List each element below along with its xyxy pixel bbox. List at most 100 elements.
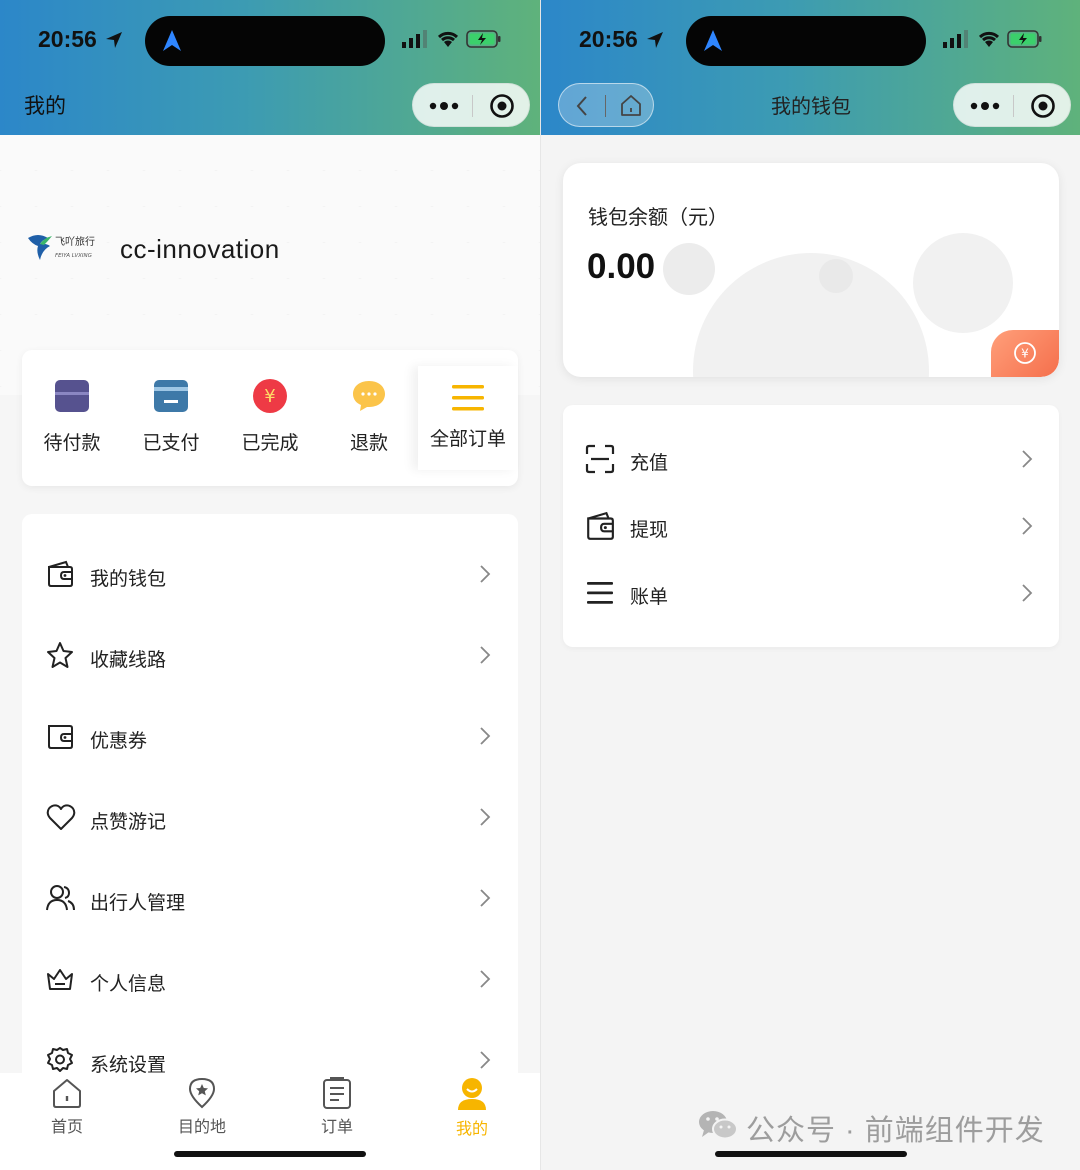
signal-icon — [943, 30, 968, 48]
svg-text:¥: ¥ — [264, 386, 275, 407]
order-status-paid[interactable]: 已支付 — [121, 378, 221, 455]
coupon-icon — [48, 725, 73, 749]
smiley-user-icon — [458, 1078, 486, 1110]
signal-icon — [402, 30, 427, 48]
paid-card-icon — [154, 380, 188, 412]
balance-card: 钱包余额（元） 0.00 ¥ — [563, 163, 1059, 377]
order-status-label: 已支付 — [142, 433, 200, 454]
tab-orders[interactable]: 订单 — [277, 1077, 397, 1137]
users-icon — [46, 885, 75, 911]
action-recharge[interactable]: 充值 — [563, 429, 1059, 489]
navigation-arrow-icon — [704, 30, 722, 51]
refund-chat-icon — [353, 381, 385, 411]
action-withdraw[interactable]: 提现 — [563, 496, 1059, 556]
order-status-completed[interactable]: ¥ 已完成 — [220, 378, 320, 455]
close-target-icon[interactable] — [1030, 93, 1056, 119]
yen-coin-button[interactable]: ¥ — [991, 330, 1059, 377]
list-icon — [587, 582, 613, 604]
menu-item-travelers[interactable]: 出行人管理 — [22, 868, 518, 928]
svg-text:¥: ¥ — [1021, 347, 1029, 361]
yen-coin-icon: ¥ — [1014, 342, 1036, 364]
tab-mine[interactable]: 我的 — [412, 1077, 532, 1139]
dynamic-island — [686, 16, 926, 66]
logo-text-cn: 飞吖旅行 — [55, 235, 95, 248]
profile-basket-icon — [47, 969, 73, 990]
chevron-right-icon — [480, 889, 491, 907]
action-bills[interactable]: 账单 — [563, 563, 1059, 623]
username: cc-innovation — [120, 234, 280, 264]
close-target-icon[interactable] — [489, 93, 515, 119]
menu-item-wallet[interactable]: 我的钱包 — [22, 544, 518, 604]
order-status-label: 待付款 — [43, 433, 101, 454]
order-status-refund[interactable]: 退款 — [319, 378, 419, 455]
menu-label: 个人信息 — [90, 974, 167, 995]
home-icon — [53, 1079, 81, 1108]
dynamic-island — [145, 16, 385, 66]
all-orders-label: 全部订单 — [429, 429, 506, 450]
order-status-label: 退款 — [349, 433, 388, 454]
battery-icon — [466, 30, 501, 48]
chevron-right-icon — [480, 1051, 491, 1069]
completed-yen-icon: ¥ — [253, 379, 287, 413]
action-label: 提现 — [630, 520, 669, 541]
order-status-pending[interactable]: 待付款 — [22, 378, 122, 455]
capsule-divider — [472, 95, 473, 117]
tab-label: 我的 — [455, 1121, 488, 1138]
chevron-right-icon — [1022, 517, 1033, 535]
chevron-right-icon — [1022, 450, 1033, 468]
wallet-icon — [48, 560, 73, 587]
wallet-actions: 充值 提现 账单 — [563, 405, 1059, 647]
tab-home[interactable]: 首页 — [7, 1077, 127, 1137]
menu-item-liked-notes[interactable]: 点赞游记 — [22, 787, 518, 847]
logo-text-en: FEIYA LVXING — [55, 253, 92, 259]
order-status-label: 已完成 — [241, 433, 299, 454]
wallet-screen: 20:56 我的钱包 钱包余额（元） 0.00 ¥ 充值 提现 账单 公众号 ·… — [540, 0, 1080, 1170]
all-orders-button[interactable]: 全部订单 — [418, 366, 518, 470]
scan-frame-icon — [585, 444, 615, 474]
order-status-card: 待付款 已支付 ¥ 已完成 退款 全部订单 — [22, 350, 518, 486]
miniprogram-capsule[interactable] — [953, 83, 1071, 127]
tab-label: 目的地 — [177, 1119, 226, 1136]
menu-label: 优惠券 — [90, 731, 148, 752]
wallet-icon — [587, 511, 614, 540]
screens: 20:56 我的 飞吖旅行 FEIYA LVXING cc-innovation… — [0, 0, 1080, 1170]
order-list-icon — [323, 1077, 351, 1109]
more-icon[interactable] — [429, 100, 459, 112]
menu-item-personal-info[interactable]: 个人信息 — [22, 949, 518, 1009]
balance-value: 0.00 — [587, 247, 656, 286]
menu-lines-icon — [452, 385, 484, 411]
decorative-circle — [819, 259, 853, 293]
tab-label: 订单 — [320, 1119, 353, 1136]
more-icon[interactable] — [970, 100, 1000, 112]
profile-screen: 20:56 我的 飞吖旅行 FEIYA LVXING cc-innovation… — [0, 0, 540, 1170]
battery-icon — [1007, 30, 1042, 48]
wifi-icon — [437, 31, 459, 47]
chevron-right-icon — [1022, 584, 1033, 602]
menu-label: 点赞游记 — [90, 812, 167, 833]
wechat-icon — [699, 1111, 738, 1140]
balance-label: 钱包余额（元） — [588, 207, 728, 229]
wifi-icon — [978, 31, 1000, 47]
chevron-right-icon — [480, 646, 491, 664]
status-time: 20:56 — [579, 26, 638, 52]
chevron-right-icon — [480, 727, 491, 745]
chevron-right-icon — [480, 970, 491, 988]
menu-label: 收藏线路 — [90, 650, 167, 671]
menu-label: 我的钱包 — [90, 569, 167, 590]
watermark-text: 公众号 · 前端组件开发 — [746, 1115, 1045, 1147]
navigation-arrow-icon — [163, 30, 181, 51]
tab-destinations[interactable]: 目的地 — [142, 1077, 262, 1137]
star-icon — [47, 642, 73, 668]
miniprogram-capsule[interactable] — [412, 83, 530, 127]
action-label: 账单 — [630, 587, 669, 608]
menu-item-coupons[interactable]: 优惠券 — [22, 706, 518, 766]
decorative-circle — [913, 233, 1013, 333]
home-indicator — [174, 1151, 366, 1157]
decorative-circle — [693, 253, 929, 377]
page-title: 我的 — [24, 95, 66, 118]
tab-label: 首页 — [50, 1119, 83, 1136]
menu-item-favorites[interactable]: 收藏线路 — [22, 625, 518, 685]
location-arrow-icon — [647, 32, 663, 48]
decorative-circle — [663, 243, 715, 295]
location-arrow-icon — [106, 32, 122, 48]
